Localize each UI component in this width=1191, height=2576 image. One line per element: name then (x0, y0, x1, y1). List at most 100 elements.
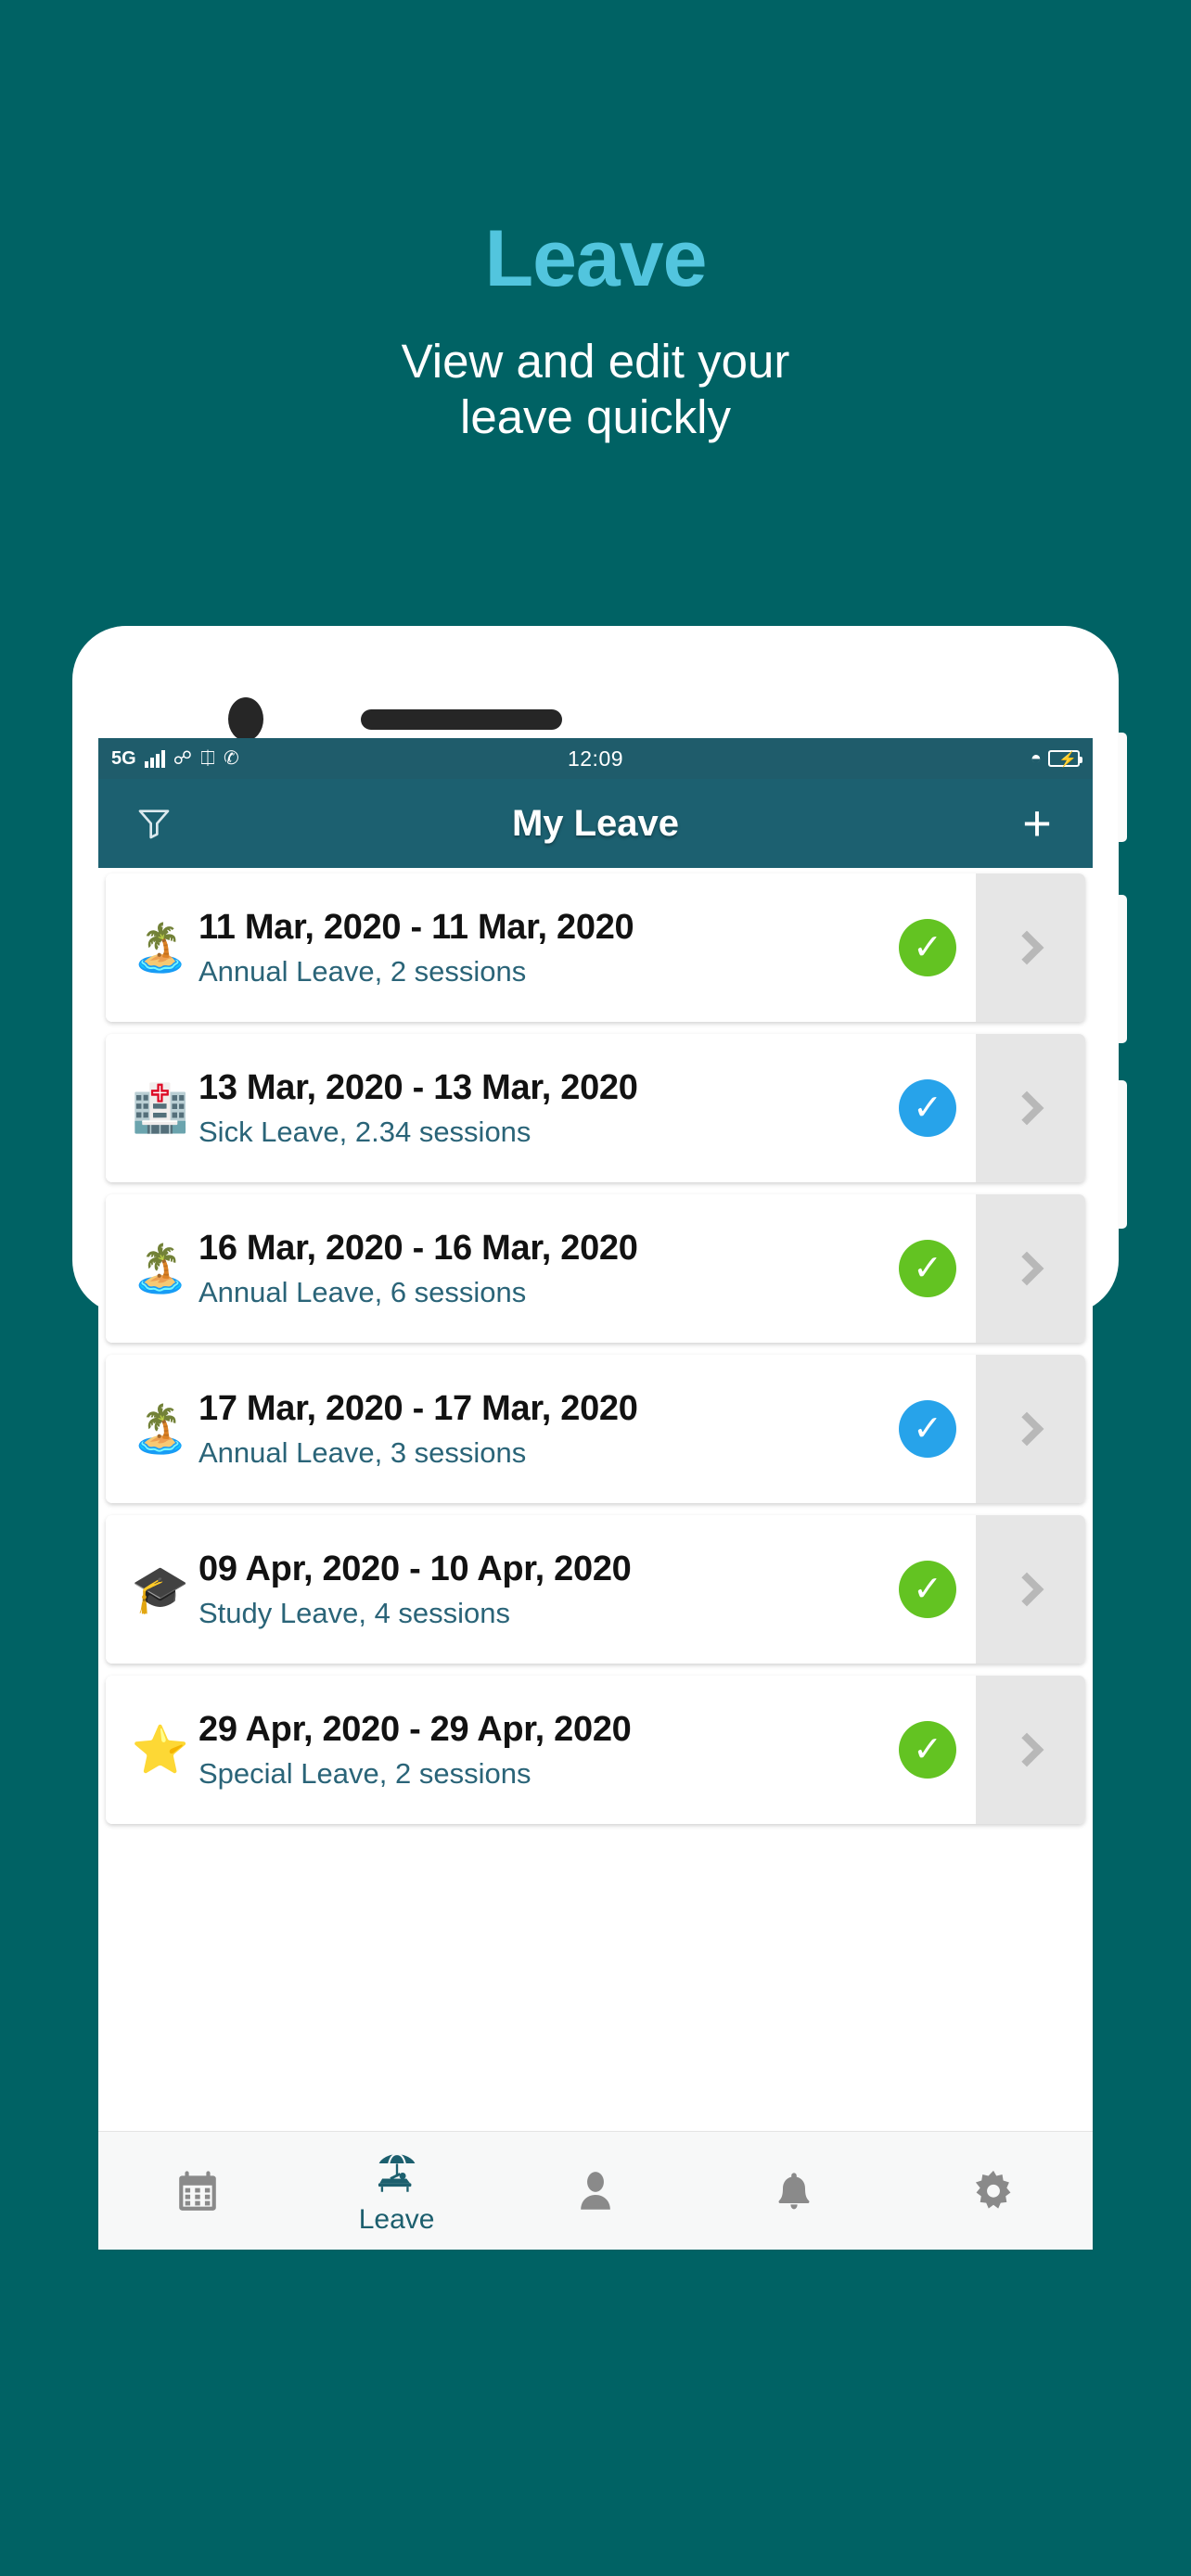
page-title: Leave (484, 214, 708, 303)
star-icon: ⭐ (131, 1724, 190, 1776)
battery-charging-icon: ⚡ (1048, 750, 1082, 768)
leave-item-chevron-button[interactable] (976, 1355, 1085, 1503)
phone-side-button-2 (1118, 895, 1127, 1043)
plus-icon[interactable]: + (1009, 796, 1065, 851)
status-bar-right: ◓ ⚡ (1030, 748, 1082, 769)
status-bar: 5G ☍ ⎅ ✆ 12:09 ◓ ⚡ (98, 738, 1093, 779)
leave-item-meta: Annual Leave, 2 sessions (198, 954, 527, 988)
leave-item-chevron-button[interactable] (976, 1194, 1085, 1343)
graduation-cap-icon: 🎓 (131, 1563, 190, 1615)
filter-funnel-icon[interactable] (126, 796, 182, 851)
chevron-right-icon (1009, 930, 1044, 965)
hospital-icon: 🏥 (131, 1082, 190, 1134)
leave-item-dates: 11 Mar, 2020 - 11 Mar, 2020 (198, 907, 634, 947)
phone-screen: 5G ☍ ⎅ ✆ 12:09 ◓ ⚡ My Leave + 🏝️ 11 Mar,… (98, 738, 1093, 2250)
leave-item-content[interactable]: 🏝️ 16 Mar, 2020 - 16 Mar, 2020 Annual Leav… (106, 1194, 879, 1343)
leave-list-item[interactable]: 🏝️ 16 Mar, 2020 - 16 Mar, 2020 Annual Leav… (106, 1194, 1085, 1343)
leave-item-chevron-button[interactable] (976, 874, 1085, 1022)
leave-item-content[interactable]: 🏥 13 Mar, 2020 - 13 Mar, 2020 Sick Leave, … (106, 1034, 879, 1182)
leave-list[interactable]: 🏝️ 11 Mar, 2020 - 11 Mar, 2020 Annual Leav… (98, 868, 1093, 1903)
whatsapp-icon: ✆ (223, 748, 239, 769)
app-bar-title: My Leave (511, 802, 680, 844)
bottom-nav-item-calendar[interactable] (98, 2164, 297, 2218)
phone-side-button-3 (1118, 1080, 1127, 1229)
chevron-right-icon (1009, 1251, 1044, 1286)
leave-item-dates: 09 Apr, 2020 - 10 Apr, 2020 (198, 1549, 632, 1588)
palm-tree-icon: 🏝️ (131, 922, 190, 974)
front-camera (228, 697, 263, 741)
leave-item-meta: Sick Leave, 2.34 sessions (198, 1115, 531, 1148)
plus-glyph: + (1022, 796, 1052, 851)
promo-subtitle: View and edit your leave quickly (0, 334, 1191, 444)
leave-item-content[interactable]: 🏝️ 17 Mar, 2020 - 17 Mar, 2020 Annual Leav… (106, 1355, 879, 1503)
promo-subtitle-line2: leave quickly (460, 389, 731, 443)
bottom-nav-item-person[interactable] (496, 2164, 695, 2218)
leave-item-chevron-button[interactable] (976, 1676, 1085, 1824)
status-badge: ✓ (899, 1721, 956, 1779)
leave-item-chevron-button[interactable] (976, 1034, 1085, 1182)
leave-list-item[interactable]: 🏥 13 Mar, 2020 - 13 Mar, 2020 Sick Leave, … (106, 1034, 1085, 1182)
leave-item-dates: 16 Mar, 2020 - 16 Mar, 2020 (198, 1228, 638, 1268)
leave-item-meta: Annual Leave, 6 sessions (198, 1275, 527, 1308)
network-type-label: 5G (111, 747, 136, 769)
status-badge: ✓ (899, 1561, 956, 1618)
leave-item-status-wrap: ✓ (879, 1676, 976, 1824)
signal-bars-icon (144, 749, 165, 768)
bottom-nav-item-bell[interactable] (695, 2164, 893, 2218)
leave-item-text: 16 Mar, 2020 - 16 Mar, 2020 Annual Leave,… (195, 1229, 874, 1309)
chevron-right-icon (1009, 1411, 1044, 1447)
leave-item-status-wrap: ✓ (879, 1034, 976, 1182)
leave-item-text: 13 Mar, 2020 - 13 Mar, 2020 Sick Leave, 2… (195, 1068, 874, 1149)
leave-item-dates: 29 Apr, 2020 - 29 Apr, 2020 (198, 1709, 632, 1749)
leave-item-status-wrap: ✓ (879, 1194, 976, 1343)
leave-item-chevron-button[interactable] (976, 1515, 1085, 1664)
leave-item-text: 11 Mar, 2020 - 11 Mar, 2020 Annual Leave,… (195, 908, 874, 988)
palm-tree-icon: 🏝️ (131, 1243, 190, 1294)
leave-item-dates: 17 Mar, 2020 - 17 Mar, 2020 (198, 1388, 638, 1428)
leave-item-content[interactable]: 🏝️ 11 Mar, 2020 - 11 Mar, 2020 Annual Leav… (106, 874, 879, 1022)
leave-list-item[interactable]: 🏝️ 11 Mar, 2020 - 11 Mar, 2020 Annual Leav… (106, 874, 1085, 1022)
palm-tree-icon: 🏝️ (131, 1403, 190, 1455)
person-icon (572, 2164, 619, 2218)
leave-list-item[interactable]: 🎓 09 Apr, 2020 - 10 Apr, 2020 Study Leave,… (106, 1515, 1085, 1664)
bottom-nav-label: Leave (358, 2203, 435, 2235)
status-badge: ✓ (899, 919, 956, 976)
leave-item-content[interactable]: ⭐ 29 Apr, 2020 - 29 Apr, 2020 Special Leav… (106, 1676, 879, 1824)
status-badge: ✓ (899, 1240, 956, 1297)
leave-item-meta: Annual Leave, 3 sessions (198, 1435, 527, 1469)
gear-icon (969, 2164, 1018, 2218)
status-bar-left: 5G ☍ ⎅ ✆ (111, 748, 239, 770)
leave-item-meta: Special Leave, 2 sessions (198, 1756, 531, 1790)
chevron-right-icon (1009, 1090, 1044, 1126)
leave-item-status-wrap: ✓ (879, 874, 976, 1022)
bell-icon (772, 2164, 816, 2218)
leave-item-dates: 13 Mar, 2020 - 13 Mar, 2020 (198, 1067, 638, 1107)
calendar-icon (174, 2164, 221, 2218)
leave-list-item[interactable]: 🏝️ 17 Mar, 2020 - 17 Mar, 2020 Annual Leav… (106, 1355, 1085, 1503)
phone-device-frame: 5G ☍ ⎅ ✆ 12:09 ◓ ⚡ My Leave + 🏝️ 11 Mar,… (72, 626, 1127, 2250)
chevron-right-icon (1009, 1732, 1044, 1767)
promo-header: Leave View and edit your leave quickly (0, 0, 1191, 444)
leave-item-meta: Study Leave, 4 sessions (198, 1596, 511, 1629)
bottom-nav-bar[interactable]: Leave (98, 2131, 1093, 2250)
app-bar: My Leave + (98, 779, 1093, 868)
wifi-icon: ◓ (1030, 748, 1042, 769)
leave-item-status-wrap: ✓ (879, 1355, 976, 1503)
leave-item-content[interactable]: 🎓 09 Apr, 2020 - 10 Apr, 2020 Study Leave,… (106, 1515, 879, 1664)
earpiece-speaker (361, 709, 562, 730)
vpn-icon: ⎅ (199, 748, 215, 769)
status-badge: ✓ (899, 1400, 956, 1458)
promo-subtitle-line1: View and edit your (401, 335, 790, 388)
usb-icon: ☍ (173, 748, 192, 769)
status-bar-clock: 12:09 (567, 746, 624, 771)
leave-item-text: 29 Apr, 2020 - 29 Apr, 2020 Special Leave… (195, 1710, 874, 1791)
beach-umbrella-icon (370, 2149, 424, 2202)
leave-item-text: 09 Apr, 2020 - 10 Apr, 2020 Study Leave, … (195, 1549, 874, 1630)
bottom-nav-item-gear[interactable] (894, 2164, 1093, 2218)
chevron-right-icon (1009, 1572, 1044, 1607)
bottom-nav-item-beach-umbrella[interactable]: Leave (297, 2149, 495, 2234)
leave-item-status-wrap: ✓ (879, 1515, 976, 1664)
status-badge: ✓ (899, 1079, 956, 1137)
leave-list-item[interactable]: ⭐ 29 Apr, 2020 - 29 Apr, 2020 Special Leav… (106, 1676, 1085, 1824)
leave-item-text: 17 Mar, 2020 - 17 Mar, 2020 Annual Leave,… (195, 1389, 874, 1470)
